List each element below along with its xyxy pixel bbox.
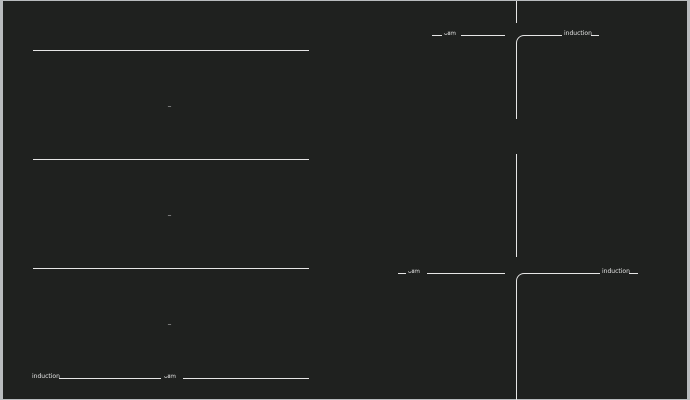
left-zone-divider-1 bbox=[33, 50, 309, 51]
right-middle-vertical bbox=[516, 154, 517, 257]
left-zone-marker-2: _ bbox=[168, 209, 171, 216]
right-top-rule-left-b bbox=[461, 35, 505, 36]
right-bottom-rule-end bbox=[629, 273, 638, 274]
left-brand-mark: ᴗᴕꭑ bbox=[164, 373, 176, 380]
right-bottom-rule-left-b bbox=[427, 273, 505, 274]
right-bottom-induction-label: induction bbox=[602, 268, 630, 275]
induction-hob-surface: _ _ _ induction ᴗᴕꭑ ᴗᴕꭑ induction ᴗᴕꭑ in… bbox=[0, 0, 690, 400]
left-zone-marker-1: _ bbox=[168, 100, 171, 107]
right-top-vertical-stub bbox=[516, 1, 517, 23]
left-zone-divider-2 bbox=[33, 159, 309, 160]
right-bottom-vertical bbox=[516, 283, 517, 400]
right-bottom-rule-right bbox=[526, 273, 600, 274]
right-top-corner-curve bbox=[516, 35, 527, 46]
left-bottom-rule-1 bbox=[59, 378, 161, 379]
right-top-rule-end bbox=[591, 35, 599, 36]
right-top-vertical bbox=[516, 45, 517, 119]
right-top-rule-right bbox=[526, 35, 562, 36]
left-bottom-rule-2 bbox=[183, 378, 309, 379]
right-bottom-brand-mark: ᴗᴕꭑ bbox=[408, 268, 420, 275]
left-zone-marker-3: _ bbox=[168, 318, 171, 325]
right-top-induction-label: induction bbox=[564, 30, 592, 37]
right-bottom-rule-left-a bbox=[398, 273, 406, 274]
left-zone-divider-3 bbox=[33, 268, 309, 269]
right-top-brand-mark: ᴗᴕꭑ bbox=[444, 30, 456, 37]
left-induction-label: induction bbox=[32, 373, 60, 380]
right-top-rule-left-a bbox=[432, 35, 442, 36]
right-bottom-corner-curve bbox=[516, 273, 527, 284]
